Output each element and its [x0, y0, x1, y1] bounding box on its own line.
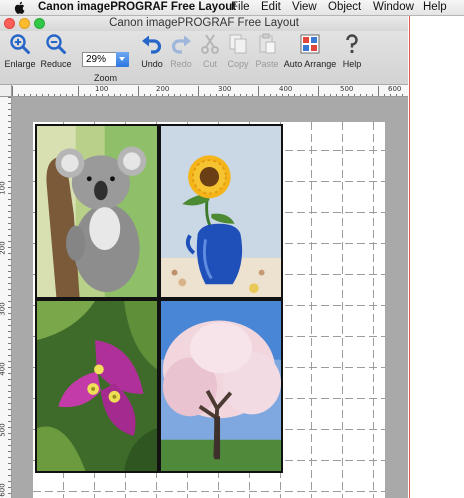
ruler-top-label: 300 [218, 85, 232, 93]
auto-arrange-label: Auto Arrange [283, 59, 337, 69]
redo-button[interactable]: Redo [168, 33, 194, 81]
horizontal-ruler[interactable]: 100 200 300 400 500 600 [12, 85, 408, 97]
apple-logo-icon[interactable] [13, 1, 25, 15]
redo-icon [171, 35, 191, 54]
zoom-in-icon [10, 34, 30, 54]
bougainvillea-image [37, 301, 157, 471]
menu-window[interactable]: Window [373, 1, 414, 13]
paste-label: Paste [255, 59, 279, 69]
cut-button[interactable]: Cut [198, 33, 222, 81]
undo-label: Undo [141, 59, 163, 69]
undo-icon [142, 35, 162, 54]
cherry-blossom-image [161, 301, 281, 471]
reduce-label: Reduce [40, 59, 72, 69]
ruler-left-label: 200 [0, 241, 7, 255]
ruler-top-label: 600 [388, 85, 402, 93]
koala-image [37, 126, 157, 297]
zoom-value: 29% [86, 54, 107, 65]
layout-canvas[interactable] [12, 97, 408, 498]
scissors-icon [201, 34, 219, 54]
paper-page[interactable] [33, 122, 385, 498]
undo-button[interactable]: Undo [139, 33, 165, 81]
ruler-top-label: 100 [95, 85, 109, 93]
desktop-background [409, 16, 464, 498]
photo-bougainvillea[interactable] [35, 299, 159, 473]
ruler-left-label: 600 [0, 483, 7, 497]
question-mark-icon [346, 34, 358, 54]
redo-label: Redo [170, 59, 192, 69]
menu-edit[interactable]: Edit [261, 1, 281, 13]
copy-icon [229, 34, 247, 54]
reduce-button[interactable]: Reduce [39, 33, 73, 81]
vertical-ruler-ticks [8, 97, 11, 494]
ruler-left-label: 100 [0, 181, 7, 195]
photo-koala[interactable] [35, 124, 159, 299]
zoom-select[interactable]: 29% [82, 52, 129, 67]
menu-app-name[interactable]: Canon imagePROGRAF Free Layout [38, 1, 236, 13]
clipboard-icon [259, 33, 276, 54]
ruler-left-label: 400 [0, 362, 7, 376]
chevron-down-icon[interactable] [116, 52, 129, 67]
ruler-left-label: 300 [0, 302, 7, 316]
auto-arrange-button[interactable]: Auto Arrange [283, 33, 337, 81]
sunflower-image [161, 126, 281, 297]
enlarge-label: Enlarge [4, 59, 36, 69]
cut-label: Cut [202, 59, 217, 69]
auto-arrange-icon [300, 34, 320, 54]
menu-object[interactable]: Object [328, 1, 361, 13]
menu-file[interactable]: File [231, 1, 250, 13]
copy-button[interactable]: Copy [225, 33, 251, 81]
zoom-label: Zoom [94, 73, 118, 83]
ruler-top-label: 400 [279, 85, 293, 93]
ruler-top-label: 500 [340, 85, 354, 93]
zoom-out-icon [46, 34, 66, 54]
copy-label: Copy [227, 59, 249, 69]
title-bar[interactable]: Canon imagePROGRAF Free Layout [0, 16, 408, 31]
vertical-ruler[interactable]: 100 200 300 400 500 600 [0, 97, 12, 498]
enlarge-button[interactable]: Enlarge [4, 33, 36, 81]
app-window: Canon imagePROGRAF Free Layout Enlarge R… [0, 16, 408, 498]
ruler-left-label: 500 [0, 423, 7, 437]
help-button[interactable]: Help [340, 33, 364, 81]
menu-view[interactable]: View [292, 1, 317, 13]
window-title: Canon imagePROGRAF Free Layout [109, 17, 299, 29]
help-label: Help [342, 59, 362, 69]
menu-bar: Canon imagePROGRAF Free Layout File Edit… [0, 0, 464, 16]
toolbar: Enlarge Reduce 29% Zoom Undo Redo Cut Co… [0, 31, 408, 85]
ruler-top-label: 200 [156, 85, 170, 93]
photo-cherry-blossom[interactable] [159, 299, 283, 473]
menu-help[interactable]: Help [423, 1, 447, 13]
photo-sunflower[interactable] [159, 124, 283, 299]
ruler-corner [0, 85, 12, 97]
paste-button[interactable]: Paste [254, 33, 280, 81]
